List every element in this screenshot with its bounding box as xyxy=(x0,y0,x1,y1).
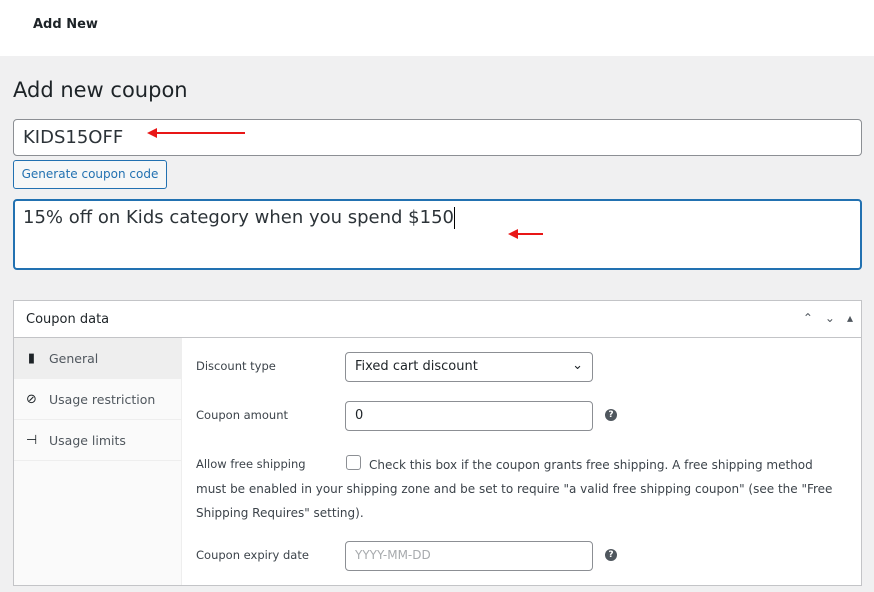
free-shipping-description: Check this box if the coupon grants free… xyxy=(196,458,833,520)
coupon-amount-label: Coupon amount xyxy=(196,408,289,422)
tab-label: General xyxy=(49,350,99,366)
coupon-tabs: ▮ General ⊘ Usage restriction ⊣ Usage limit… xyxy=(14,338,182,585)
prohibited-icon: ⊘ xyxy=(26,391,37,407)
chevron-down-icon: ⌄ xyxy=(572,358,583,373)
expiry-date-label: Coupon expiry date xyxy=(196,548,309,562)
collapse-icon[interactable]: ▴ xyxy=(847,311,853,325)
top-bar: Add New xyxy=(0,0,874,56)
discount-type-label: Discount type xyxy=(196,359,276,373)
tab-label: Usage limits xyxy=(49,432,126,448)
coupon-data-panel: Coupon data ⌃ ⌄ ▴ ▮ General ⊘ Usage restrict… xyxy=(13,300,862,586)
add-new-link[interactable]: Add New xyxy=(33,17,98,32)
text-caret xyxy=(453,207,455,229)
ticket-icon: ▮ xyxy=(27,350,36,366)
tab-label: Usage restriction xyxy=(49,391,156,407)
description-text: 15% off on Kids category when you spend … xyxy=(23,207,454,228)
tab-usage-restriction[interactable]: ⊘ Usage restriction xyxy=(14,379,181,420)
panel-title: Coupon data xyxy=(26,312,110,327)
discount-type-value: Fixed cart discount xyxy=(355,359,478,374)
expiry-date-input[interactable]: YYYY-MM-DD xyxy=(345,541,593,571)
move-down-icon[interactable]: ⌄ xyxy=(825,311,835,325)
limits-icon: ⊣ xyxy=(25,432,38,448)
help-icon[interactable]: ? xyxy=(605,409,617,421)
tab-usage-limits[interactable]: ⊣ Usage limits xyxy=(14,420,181,461)
coupon-amount-input[interactable]: 0 xyxy=(345,401,593,431)
tab-general[interactable]: ▮ General xyxy=(14,338,181,379)
move-up-icon[interactable]: ⌃ xyxy=(803,311,813,325)
annotation-arrow xyxy=(147,128,245,138)
description-textarea[interactable]: 15% off on Kids category when you spend … xyxy=(13,199,862,270)
panel-header: Coupon data ⌃ ⌄ ▴ xyxy=(14,301,861,338)
coupon-code-input[interactable]: KIDS15OFF xyxy=(13,119,862,156)
help-icon[interactable]: ? xyxy=(605,549,617,561)
generate-coupon-code-button[interactable]: Generate coupon code xyxy=(13,160,167,189)
annotation-arrow xyxy=(508,229,543,239)
page-title: Add new coupon xyxy=(13,78,188,102)
discount-type-select[interactable]: Fixed cart discount ⌄ xyxy=(345,352,593,382)
